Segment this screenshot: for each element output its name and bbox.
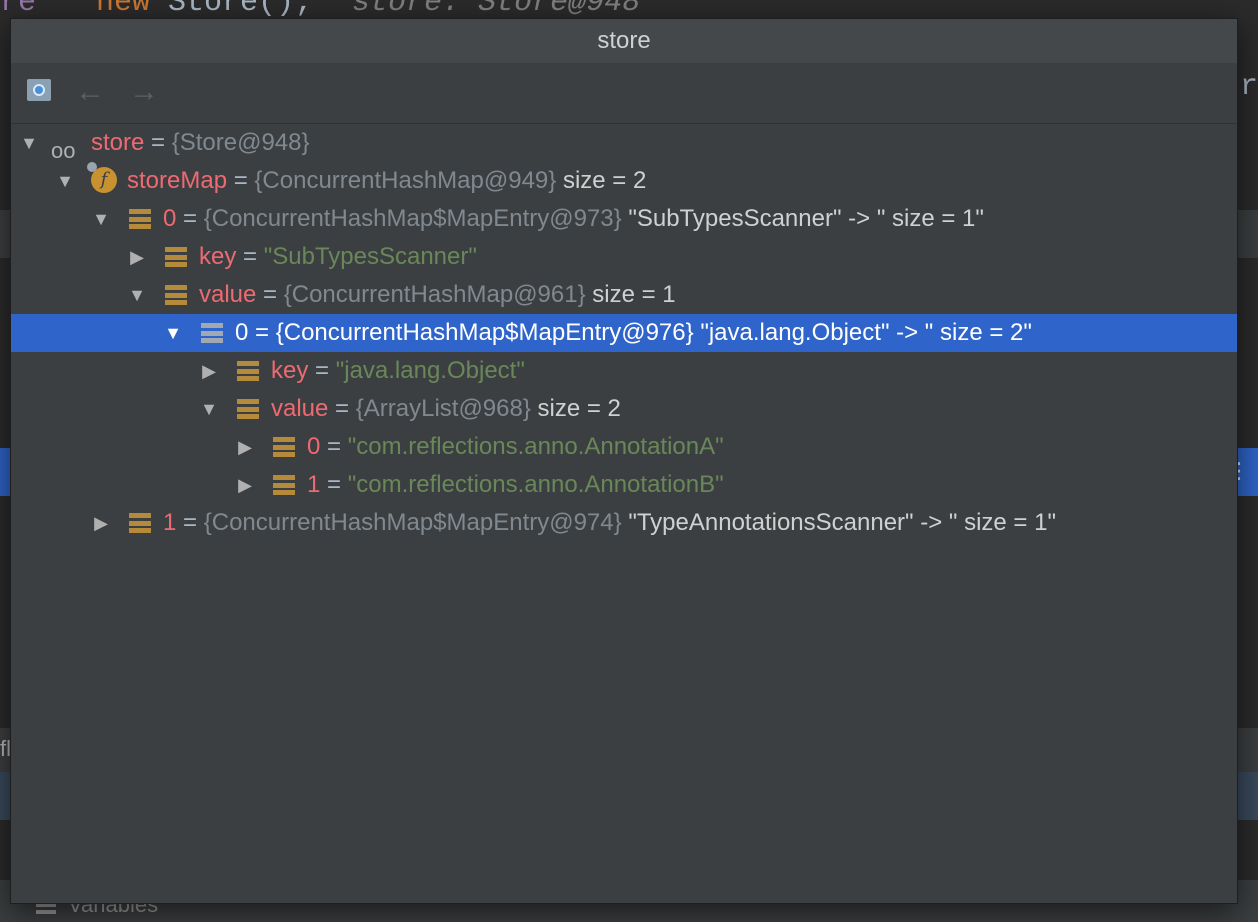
tree-row[interactable]: ▼ oo store = {Store@948} xyxy=(11,124,1237,163)
var-name: 1 xyxy=(307,471,321,498)
equals: = xyxy=(328,395,356,422)
var-name: store xyxy=(91,129,145,156)
tree-row[interactable]: ▶ key = "SubTypesScanner" xyxy=(11,238,1237,276)
map-entry-icon xyxy=(201,323,223,345)
var-string-value: "SubTypesScanner" xyxy=(263,243,477,270)
var-type: {Store@948} xyxy=(171,129,310,156)
collapse-arrow-icon[interactable]: ▼ xyxy=(199,390,219,428)
arrow-right-icon: → xyxy=(129,75,159,108)
equals: = xyxy=(256,281,284,308)
equals: = xyxy=(236,243,264,270)
var-type: {ConcurrentHashMap$MapEntry@973} xyxy=(203,205,622,232)
equals: = xyxy=(176,509,204,536)
var-name: 0 xyxy=(163,205,177,232)
tree-row[interactable]: ▼ f storeMap = {ConcurrentHashMap@949} s… xyxy=(11,162,1237,200)
equals: = xyxy=(320,471,348,498)
var-string-value: "com.reflections.anno.AnnotationB" xyxy=(347,471,724,498)
var-extra: "TypeAnnotationsScanner" -> " size = 1" xyxy=(621,509,1056,536)
tree-row-label: value = {ConcurrentHashMap@961} size = 1 xyxy=(199,276,676,314)
list-element-icon xyxy=(273,437,295,459)
var-type: {ArrayList@968} xyxy=(355,395,531,422)
tree-row[interactable]: ▶ key = "java.lang.Object" xyxy=(11,352,1237,390)
var-name: key xyxy=(271,357,309,384)
field-icon: f xyxy=(87,162,117,193)
popup-title: store xyxy=(11,19,1237,63)
tree-row-label: store = {Store@948} xyxy=(91,124,310,162)
var-extra: "java.lang.Object" -> " size = 2" xyxy=(693,319,1032,346)
code-variable: re xyxy=(0,0,37,20)
expand-arrow-icon[interactable]: ▶ xyxy=(235,428,255,466)
list-element-icon xyxy=(273,475,295,497)
var-type: {ConcurrentHashMap$MapEntry@974} xyxy=(203,509,622,536)
field-value-icon xyxy=(237,361,259,383)
pin-to-top-icon xyxy=(27,79,51,101)
field-value-icon xyxy=(165,285,187,307)
field-value-icon xyxy=(165,247,187,269)
evaluate-popup: store ← → ▼ oo store = {Store@948} ▼ f s… xyxy=(10,18,1238,904)
expand-arrow-icon[interactable]: ▶ xyxy=(199,352,219,390)
var-name: 1 xyxy=(163,509,177,536)
pin-to-top-button[interactable] xyxy=(25,75,59,109)
tree-row[interactable]: ▼ value = {ArrayList@968} size = 2 xyxy=(11,390,1237,428)
var-type: {ConcurrentHashMap@949} xyxy=(254,167,557,194)
var-type: {ConcurrentHashMap$MapEntry@976} xyxy=(275,319,694,346)
field-value-icon xyxy=(237,399,259,421)
tree-row[interactable]: ▶ 0 = "com.reflections.anno.AnnotationA" xyxy=(11,428,1237,466)
collapse-arrow-icon[interactable]: ▼ xyxy=(163,314,183,352)
collapse-arrow-icon[interactable]: ▼ xyxy=(91,200,111,238)
tree-row-label: 0 = "com.reflections.anno.AnnotationA" xyxy=(307,428,724,466)
tree-row[interactable]: ▼ value = {ConcurrentHashMap@961} size =… xyxy=(11,276,1237,314)
var-extra: size = 2 xyxy=(530,395,621,422)
tree-row-label: key = "SubTypesScanner" xyxy=(199,238,477,276)
equals: = xyxy=(320,433,348,460)
code-keyword-new: new xyxy=(96,0,151,20)
tree-row-label: 1 = "com.reflections.anno.AnnotationB" xyxy=(307,466,724,504)
var-extra: size = 1 xyxy=(585,281,676,308)
var-name: key xyxy=(199,243,237,270)
map-entry-icon xyxy=(129,209,151,231)
map-entry-icon xyxy=(129,513,151,535)
collapse-arrow-icon[interactable]: ▼ xyxy=(19,124,39,162)
expand-arrow-icon[interactable]: ▶ xyxy=(127,238,147,276)
collapse-arrow-icon[interactable]: ▼ xyxy=(127,276,147,314)
equals: = xyxy=(308,357,336,384)
code-constructor: Store(); xyxy=(168,0,313,20)
variables-tree: ▼ oo store = {Store@948} ▼ f storeMap = … xyxy=(11,123,1237,542)
var-string-value: "java.lang.Object" xyxy=(335,357,525,384)
expand-arrow-icon[interactable]: ▶ xyxy=(235,466,255,504)
tree-row[interactable]: ▼ 0 = {ConcurrentHashMap$MapEntry@973} "… xyxy=(11,200,1237,238)
collapse-arrow-icon[interactable]: ▼ xyxy=(55,162,75,200)
tree-row[interactable]: ▶ 1 = {ConcurrentHashMap$MapEntry@974} "… xyxy=(11,504,1237,542)
var-name: 0 xyxy=(307,433,321,460)
var-name: storeMap xyxy=(127,167,228,194)
tree-row-label: 0 = {ConcurrentHashMap$MapEntry@973} "Su… xyxy=(163,200,984,238)
tree-row-label: 1 = {ConcurrentHashMap$MapEntry@974} "Ty… xyxy=(163,504,1056,542)
tree-row-label: key = "java.lang.Object" xyxy=(271,352,525,390)
arrow-left-icon: ← xyxy=(75,75,105,108)
var-name: 0 xyxy=(235,319,249,346)
code-inline-comment: store: Store@948 xyxy=(352,0,641,20)
tree-row-label: value = {ArrayList@968} size = 2 xyxy=(271,390,621,428)
tree-row-label: 0 = {ConcurrentHashMap$MapEntry@976} "ja… xyxy=(235,314,1032,352)
var-string-value: "com.reflections.anno.AnnotationA" xyxy=(347,433,724,460)
var-type: {ConcurrentHashMap@961} xyxy=(283,281,586,308)
var-name: value xyxy=(271,395,329,422)
equals: = xyxy=(176,205,204,232)
background-code-line: re new Store(); store: Store@948 xyxy=(0,0,1258,20)
var-extra: size = 2 xyxy=(556,167,647,194)
tree-row-selected[interactable]: ▼ 0 = {ConcurrentHashMap$MapEntry@976} "… xyxy=(11,314,1237,352)
back-button[interactable]: ← xyxy=(75,75,109,109)
expand-arrow-icon[interactable]: ▶ xyxy=(91,504,111,542)
var-name: value xyxy=(199,281,257,308)
popup-toolbar: ← → xyxy=(11,63,1237,123)
var-extra: "SubTypesScanner" -> " size = 1" xyxy=(621,205,984,232)
forward-button[interactable]: → xyxy=(129,75,163,109)
equals: = xyxy=(144,129,172,156)
equals: = xyxy=(227,167,255,194)
equals: = xyxy=(248,319,276,346)
tree-row[interactable]: ▶ 1 = "com.reflections.anno.AnnotationB" xyxy=(11,466,1237,504)
tree-row-label: storeMap = {ConcurrentHashMap@949} size … xyxy=(127,162,646,200)
